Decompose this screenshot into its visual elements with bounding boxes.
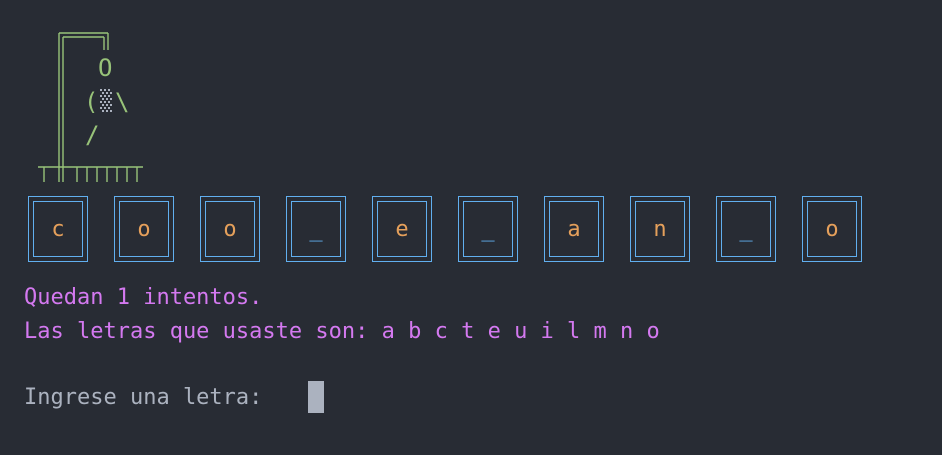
- attempts-left-text: Quedan 1 intentos.: [24, 285, 263, 310]
- letter-tile: e: [372, 196, 432, 262]
- letter-tile: n: [630, 196, 690, 262]
- hangman-head: O: [98, 54, 113, 82]
- letter-tile: o: [114, 196, 174, 262]
- blank-tile: _: [716, 196, 776, 262]
- blank-tile: _: [458, 196, 518, 262]
- tile-char: o: [825, 216, 839, 242]
- gallows-drawing: O ( \ /: [0, 0, 160, 190]
- letter-tile: o: [200, 196, 260, 262]
- letter-tile: o: [802, 196, 862, 262]
- tile-char: a: [567, 216, 581, 242]
- hangman-arm-left: (: [84, 88, 99, 116]
- used-letters-text: Las letras que usaste son: a b c t e u i…: [24, 319, 660, 344]
- tile-char: _: [481, 216, 495, 242]
- letter-tile: c: [28, 196, 88, 262]
- letter-input-prompt: Ingrese una letra:: [24, 385, 276, 410]
- gallows-icon: [38, 32, 143, 182]
- terminal-cursor[interactable]: [308, 381, 324, 413]
- tile-char: o: [223, 216, 237, 242]
- tile-char: c: [51, 216, 65, 242]
- hangman-leg: /: [85, 121, 100, 149]
- tile-char: _: [739, 216, 753, 242]
- hangman-arm-right: \: [115, 88, 130, 116]
- blank-tile: _: [286, 196, 346, 262]
- letter-tile: a: [544, 196, 604, 262]
- tile-char: n: [653, 216, 667, 242]
- word-tiles: c o o _ e _ a n _ o: [28, 196, 862, 262]
- tile-char: _: [309, 216, 323, 242]
- tile-char: o: [137, 216, 151, 242]
- tile-char: e: [395, 216, 409, 242]
